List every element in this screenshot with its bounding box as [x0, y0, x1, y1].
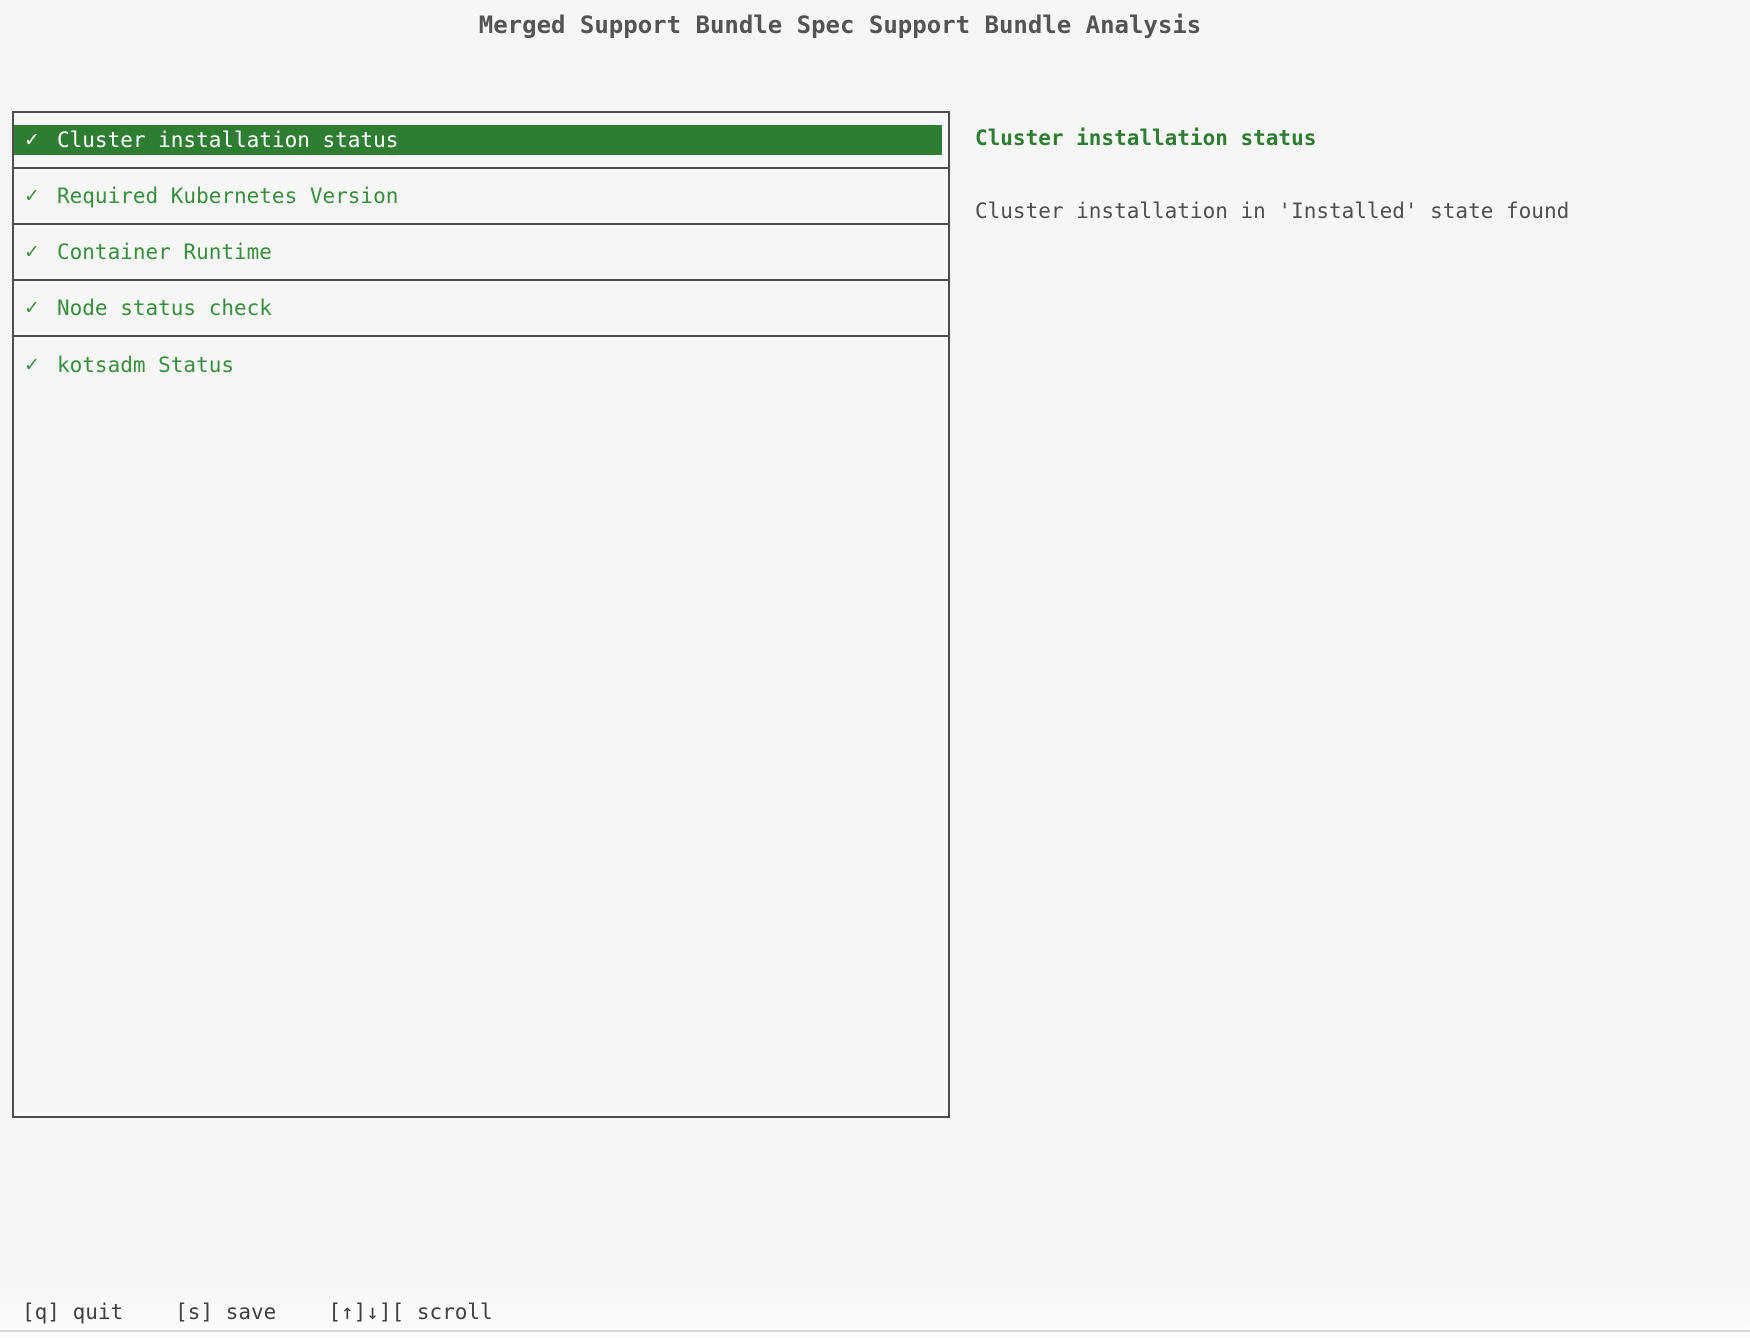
detail-message: Cluster installation in 'Installed' stat… — [975, 199, 1730, 223]
page-title: Merged Support Bundle Spec Support Bundl… — [0, 11, 1680, 39]
hotkey-scroll: [↑]↓][ scroll — [328, 1300, 492, 1324]
check-icon: ✓ — [14, 185, 57, 207]
check-icon: ✓ — [14, 297, 57, 319]
analyzer-list-item[interactable]: ✓ kotsadm Status — [14, 337, 948, 393]
analyzer-list: ✓ Cluster installation status ✓ Required… — [12, 111, 950, 1118]
list-item-highlight: ✓ Cluster installation status — [14, 125, 942, 155]
hotkey-quit: [q] quit — [22, 1300, 123, 1324]
list-item-label: Required Kubernetes Version — [57, 184, 398, 208]
list-item-label: Container Runtime — [57, 240, 272, 264]
list-item-highlight: ✓ Container Runtime — [14, 237, 942, 267]
list-item-label: kotsadm Status — [57, 353, 234, 377]
check-icon: ✓ — [14, 354, 57, 376]
hotkey-save: [s] save — [175, 1300, 276, 1324]
hotkey-bar: [q] quit [s] save [↑]↓][ scroll — [22, 1300, 545, 1324]
list-item-highlight: ✓ Required Kubernetes Version — [14, 181, 942, 211]
check-icon: ✓ — [14, 129, 57, 151]
check-icon: ✓ — [14, 241, 57, 263]
analyzer-list-item[interactable]: ✓ Container Runtime — [14, 225, 948, 281]
detail-heading: Cluster installation status — [975, 126, 1730, 150]
list-item-highlight: ✓ Node status check — [14, 293, 942, 323]
window-bottom-edge — [0, 1330, 1750, 1338]
list-item-label: Cluster installation status — [57, 128, 398, 152]
analyzer-list-item[interactable]: ✓ Cluster installation status — [14, 113, 948, 169]
analyzer-list-item[interactable]: ✓ Node status check — [14, 281, 948, 337]
analyzer-list-item[interactable]: ✓ Required Kubernetes Version — [14, 169, 948, 225]
detail-panel: Cluster installation status Cluster inst… — [975, 111, 1730, 223]
list-item-label: Node status check — [57, 296, 272, 320]
list-item-highlight: ✓ kotsadm Status — [14, 350, 942, 380]
